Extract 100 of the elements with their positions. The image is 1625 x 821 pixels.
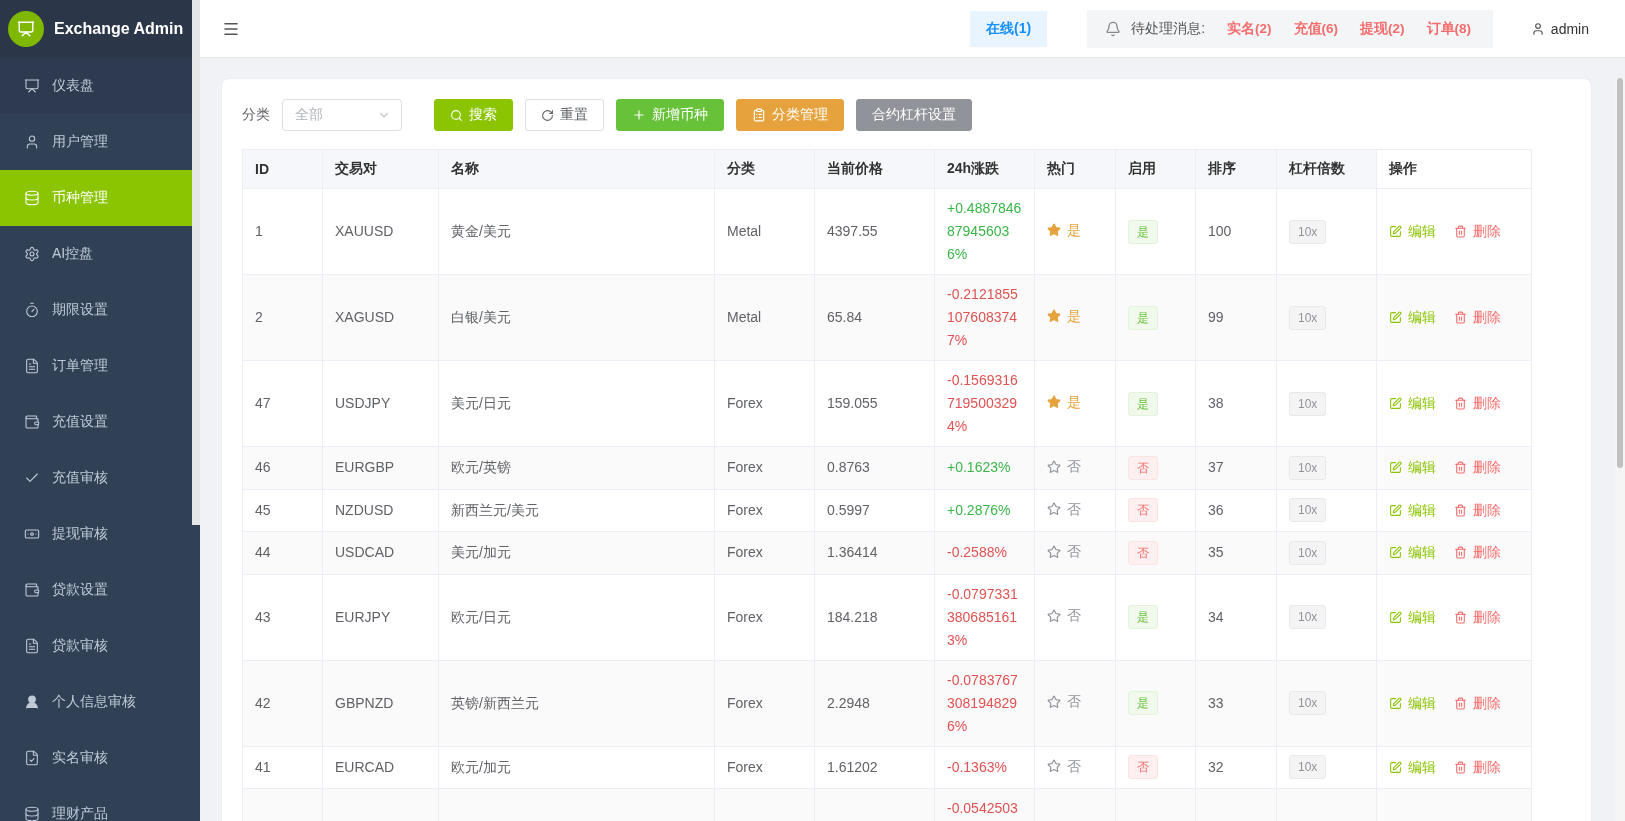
sort-cell: 37 bbox=[1208, 459, 1224, 476]
status-tag: 否 bbox=[1128, 540, 1158, 565]
name-cell: 美元/日元 bbox=[451, 395, 511, 411]
sidebar-item[interactable]: 仪表盘 bbox=[0, 58, 192, 114]
delete-link[interactable]: 删除 bbox=[1454, 541, 1501, 565]
column-header: ID bbox=[242, 149, 323, 189]
category-cell: Forex bbox=[727, 694, 763, 711]
change-cell-text: +0.4887846879456036% bbox=[947, 199, 1023, 264]
leverage-tag: 10x bbox=[1289, 391, 1327, 416]
sort-cell: 33 bbox=[1208, 694, 1224, 711]
price-cell: 1.36414 bbox=[827, 544, 878, 561]
delete-link[interactable]: 删除 bbox=[1454, 392, 1501, 415]
price-cell: 159.055 bbox=[827, 395, 878, 411]
trash-icon bbox=[1454, 461, 1467, 475]
price-cell: 184.218 bbox=[827, 608, 878, 625]
pair-cell: XAUUSD bbox=[335, 223, 394, 239]
reset-button[interactable]: 重置 bbox=[525, 99, 604, 131]
online-badge: 在线(1) bbox=[970, 10, 1048, 47]
sidebar-item[interactable]: 币种管理 bbox=[0, 170, 192, 226]
id-cell: 42 bbox=[255, 694, 271, 711]
sort-cell: 34 bbox=[1208, 608, 1224, 625]
id-cell: 44 bbox=[255, 544, 271, 561]
leverage-tag: 10x bbox=[1289, 605, 1327, 629]
edit-link[interactable]: 编辑 bbox=[1389, 220, 1436, 243]
category-button[interactable]: 分类管理 bbox=[736, 99, 844, 131]
pending-link[interactable]: 充值(6) bbox=[1293, 19, 1338, 38]
pending-link[interactable]: 提现(2) bbox=[1360, 19, 1405, 38]
category-cell: Forex bbox=[727, 459, 763, 476]
hot-label: 是 bbox=[1067, 392, 1081, 412]
edit-link[interactable]: 编辑 bbox=[1389, 456, 1436, 480]
change-cell-text: -0.2588% bbox=[947, 543, 1008, 563]
edit-link[interactable]: 编辑 bbox=[1389, 605, 1436, 629]
delete-link[interactable]: 删除 bbox=[1454, 755, 1501, 779]
sort-cell: 99 bbox=[1208, 309, 1224, 325]
star-icon bbox=[1047, 459, 1061, 474]
column-header: 热门 bbox=[1034, 149, 1116, 189]
delete-link[interactable]: 删除 bbox=[1454, 605, 1501, 629]
status-tag: 否 bbox=[1128, 755, 1158, 780]
change-cell-text: -0.07973313806851613% bbox=[947, 584, 1019, 650]
edit-icon bbox=[1389, 610, 1402, 624]
database-icon bbox=[24, 806, 40, 821]
banknote-icon bbox=[24, 526, 40, 542]
change-cell-text: -0.07837673081948296% bbox=[947, 670, 1019, 736]
star-icon bbox=[1047, 395, 1061, 410]
scrollbar[interactable] bbox=[192, 0, 200, 525]
delete-link[interactable]: 删除 bbox=[1454, 498, 1501, 522]
edit-link[interactable]: 编辑 bbox=[1389, 755, 1436, 779]
edit-link[interactable]: 编辑 bbox=[1389, 541, 1436, 565]
document-icon bbox=[24, 638, 40, 654]
add-button[interactable]: 新增币种 bbox=[616, 99, 724, 131]
column-header: 当前价格 bbox=[814, 149, 935, 189]
edit-icon bbox=[1389, 546, 1402, 560]
star-icon bbox=[1047, 544, 1061, 559]
star-icon bbox=[1047, 608, 1061, 623]
status-tag: 是 bbox=[1128, 391, 1158, 416]
hot-label: 否 bbox=[1067, 457, 1081, 476]
pending-link[interactable]: 实名(2) bbox=[1227, 19, 1272, 38]
name-cell: 英镑/新西兰元 bbox=[451, 694, 539, 711]
name-cell: 欧元/日元 bbox=[451, 608, 511, 625]
status-tag: 是 bbox=[1128, 305, 1158, 330]
hot-label: 否 bbox=[1067, 692, 1081, 712]
star-icon bbox=[1047, 759, 1061, 773]
pair-cell: EURCAD bbox=[335, 758, 395, 775]
id-cell: 43 bbox=[255, 608, 271, 625]
status-tag: 否 bbox=[1128, 498, 1158, 523]
leverage-button[interactable]: 合约杠杆设置 bbox=[856, 99, 972, 131]
pair-cell: NZDUSD bbox=[335, 501, 394, 518]
edit-link[interactable]: 编辑 bbox=[1389, 306, 1436, 329]
refresh-icon bbox=[541, 108, 554, 122]
status-tag: 是 bbox=[1128, 219, 1158, 244]
leverage-tag: 10x bbox=[1289, 498, 1327, 523]
leverage-tag: 10x bbox=[1289, 455, 1327, 480]
search-button[interactable]: 搜索 bbox=[434, 99, 513, 131]
scrollbar[interactable] bbox=[1615, 78, 1625, 821]
delete-link[interactable]: 删除 bbox=[1454, 456, 1501, 480]
delete-link[interactable]: 删除 bbox=[1454, 691, 1501, 715]
pending-link[interactable]: 订单(8) bbox=[1426, 19, 1471, 38]
category-select[interactable]: 全部 bbox=[282, 99, 402, 131]
change-cell-text: -0.21218551076083747% bbox=[947, 285, 1019, 350]
user-icon bbox=[1530, 21, 1545, 36]
trash-icon bbox=[1454, 546, 1467, 560]
edit-link[interactable]: 编辑 bbox=[1389, 691, 1436, 715]
leverage-tag: 10x bbox=[1289, 219, 1327, 244]
file-check-icon bbox=[24, 750, 40, 766]
user-name[interactable]: admin bbox=[1550, 20, 1589, 37]
edit-link[interactable]: 编辑 bbox=[1389, 392, 1436, 415]
price-cell: 0.8763 bbox=[827, 459, 870, 476]
edit-link[interactable]: 编辑 bbox=[1389, 498, 1436, 522]
price-cell: 1.61202 bbox=[827, 758, 878, 775]
change-cell-text: -0.15693167195003294% bbox=[947, 371, 1019, 436]
sort-cell: 100 bbox=[1208, 223, 1232, 239]
delete-link[interactable]: 删除 bbox=[1454, 306, 1501, 329]
hot-label: 是 bbox=[1067, 306, 1081, 326]
status-tag: 否 bbox=[1128, 455, 1158, 480]
pair-cell: GBPNZD bbox=[335, 694, 394, 711]
id-cell: 47 bbox=[255, 395, 271, 411]
logo-icon bbox=[8, 11, 44, 47]
database-icon bbox=[24, 190, 40, 206]
pair-cell: XAGUSD bbox=[335, 309, 395, 325]
delete-link[interactable]: 删除 bbox=[1454, 220, 1501, 243]
